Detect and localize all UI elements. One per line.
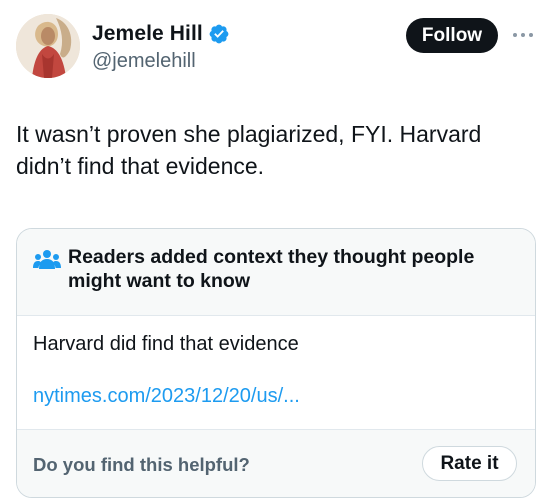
community-note: Readers added context they thought peopl… — [16, 228, 536, 498]
profile-photo-icon — [16, 14, 80, 78]
note-body: Harvard did find that evidence — [33, 333, 299, 355]
note-header: Readers added context they thought peopl… — [17, 229, 535, 316]
note-title: Readers added context they thought peopl… — [68, 246, 475, 292]
note-footer: Do you find this helpful? Rate it — [17, 429, 535, 497]
avatar[interactable] — [16, 14, 80, 78]
tweet-card: Jemele Hill @jemelehill Follow It wasn’t… — [0, 0, 553, 500]
handle[interactable]: @jemelehill — [92, 50, 230, 73]
display-name[interactable]: Jemele Hill — [92, 22, 203, 46]
tweet-text: It wasn’t proven she plagiarized, FYI. H… — [16, 121, 482, 179]
verified-badge-icon — [209, 24, 229, 44]
follow-button[interactable]: Follow — [406, 18, 498, 53]
note-source-link[interactable]: nytimes.com/2023/12/20/us/... — [33, 385, 300, 408]
more-options-icon[interactable] — [511, 26, 535, 44]
helpful-question: Do you find this helpful? — [33, 454, 250, 475]
rate-it-button[interactable]: Rate it — [422, 446, 517, 481]
people-icon — [33, 250, 61, 269]
author-info: Jemele Hill @jemelehill — [92, 22, 230, 73]
name-row: Jemele Hill — [92, 22, 230, 46]
